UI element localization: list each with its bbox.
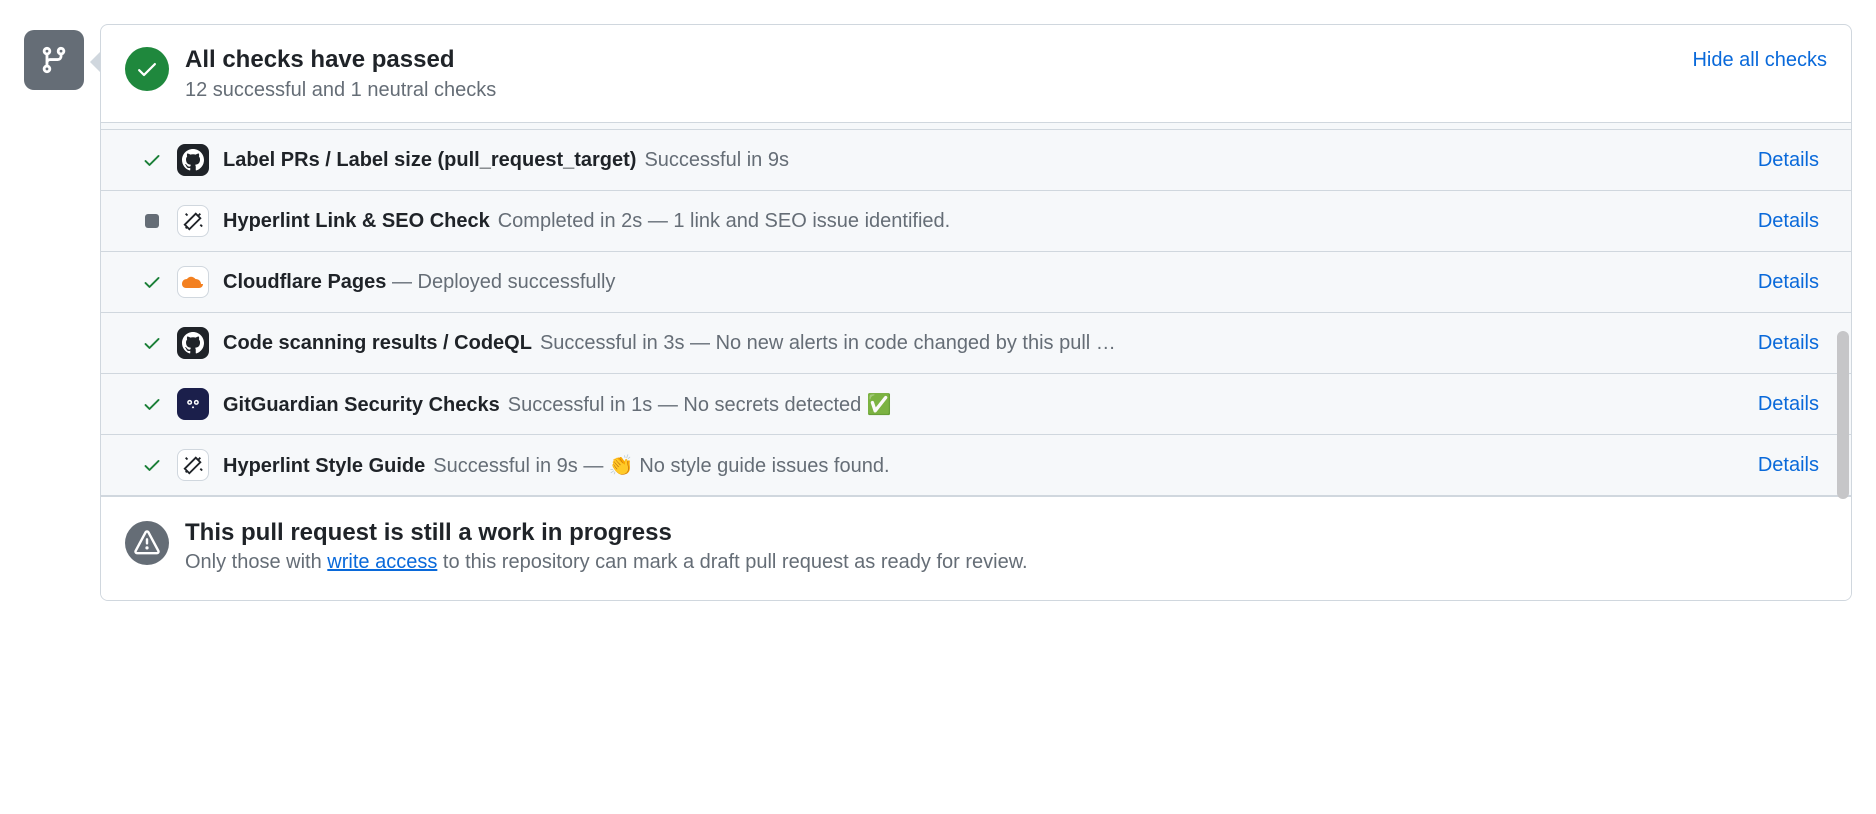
check-text: Label PRs / Label size (pull_request_tar… [223, 149, 1744, 172]
check-status [141, 333, 163, 353]
check-row: GitGuardian Security Checks Successful in… [101, 374, 1851, 435]
check-row: Code scanning results / CodeQL Successful… [101, 313, 1851, 374]
check-row: Hyperlint Style Guide Successful in 9s — … [101, 435, 1851, 496]
check-status [141, 455, 163, 475]
status-success-badge [125, 47, 169, 91]
check-meta: Deployed successfully [418, 271, 616, 293]
github-icon [182, 332, 204, 354]
check-status [141, 214, 163, 228]
git-branch-icon [39, 45, 69, 75]
check-icon [142, 394, 162, 414]
details-link[interactable]: Details [1758, 271, 1819, 294]
draft-title: This pull request is still a work in pro… [185, 519, 1827, 547]
check-icon [142, 150, 162, 170]
draft-footer: This pull request is still a work in pro… [101, 496, 1851, 600]
check-row: Label PRs / Label size (pull_request_tar… [101, 129, 1851, 191]
check-name: Cloudflare Pages [223, 271, 386, 293]
check-name: Code scanning results / CodeQL [223, 332, 532, 354]
scrollbar[interactable] [1837, 331, 1849, 499]
details-link[interactable]: Details [1758, 393, 1819, 416]
github-icon [182, 149, 204, 171]
details-link[interactable]: Details [1758, 149, 1819, 172]
check-meta: Successful in 1s — No secrets detected ✅ [508, 394, 892, 416]
check-name: Label PRs / Label size (pull_request_tar… [223, 149, 636, 171]
check-status [141, 272, 163, 292]
wand-icon [182, 454, 204, 476]
draft-sub-pre: Only those with [185, 551, 327, 573]
gitguardian-avatar [177, 388, 209, 420]
check-name: GitGuardian Security Checks [223, 394, 500, 416]
write-access-link[interactable]: write access [327, 551, 437, 573]
cloudflare-avatar [177, 266, 209, 298]
github-avatar [177, 327, 209, 359]
timeline-branch-badge [24, 30, 84, 90]
hyperlint-avatar [177, 449, 209, 481]
owl-icon [183, 394, 203, 414]
check-meta: Successful in 3s — No new alerts in code… [540, 332, 1116, 354]
check-icon [142, 455, 162, 475]
check-row: Cloudflare Pages — Deployed successfully… [101, 252, 1851, 313]
status-draft-badge [125, 521, 169, 565]
checks-panel: All checks have passed 12 successful and… [100, 24, 1852, 601]
check-text: Hyperlint Link & SEO Check Completed in 2… [223, 210, 1744, 233]
github-avatar [177, 144, 209, 176]
check-text: Cloudflare Pages — Deployed successfully [223, 271, 1744, 294]
check-status [141, 150, 163, 170]
cloud-icon [181, 274, 205, 290]
neutral-icon [145, 214, 159, 228]
hyperlint-avatar [177, 205, 209, 237]
check-text: Code scanning results / CodeQL Successful… [223, 332, 1744, 355]
draft-sub-post: to this repository can mark a draft pull… [437, 551, 1027, 573]
check-icon [142, 333, 162, 353]
checks-subtitle: 12 successful and 1 neutral checks [185, 79, 1676, 102]
checks-list: Label PRs / Label size (pull_request_tar… [101, 129, 1851, 496]
details-link[interactable]: Details [1758, 332, 1819, 355]
alert-icon [134, 530, 160, 556]
check-dash: — [386, 271, 417, 293]
check-text: Hyperlint Style Guide Successful in 9s — … [223, 453, 1744, 478]
checks-title: All checks have passed [185, 45, 1676, 75]
check-meta: Successful in 9s [644, 149, 789, 171]
check-status [141, 394, 163, 414]
wand-icon [182, 210, 204, 232]
check-icon [142, 272, 162, 292]
draft-subtitle: Only those with write access to this rep… [185, 551, 1827, 574]
details-link[interactable]: Details [1758, 454, 1819, 477]
details-link[interactable]: Details [1758, 210, 1819, 233]
check-name: Hyperlint Style Guide [223, 455, 425, 477]
check-meta: Successful in 9s — 👏 No style guide issu… [433, 455, 889, 477]
check-name: Hyperlint Link & SEO Check [223, 210, 490, 232]
checks-header: All checks have passed 12 successful and… [101, 25, 1851, 122]
toggle-checks-link[interactable]: Hide all checks [1692, 49, 1827, 72]
checks-list-container: Label PRs / Label size (pull_request_tar… [101, 122, 1851, 496]
check-meta: Completed in 2s — 1 link and SEO issue i… [498, 210, 950, 232]
check-text: GitGuardian Security Checks Successful in… [223, 392, 1744, 417]
check-icon [135, 57, 159, 81]
check-row: Hyperlint Link & SEO Check Completed in 2… [101, 191, 1851, 252]
